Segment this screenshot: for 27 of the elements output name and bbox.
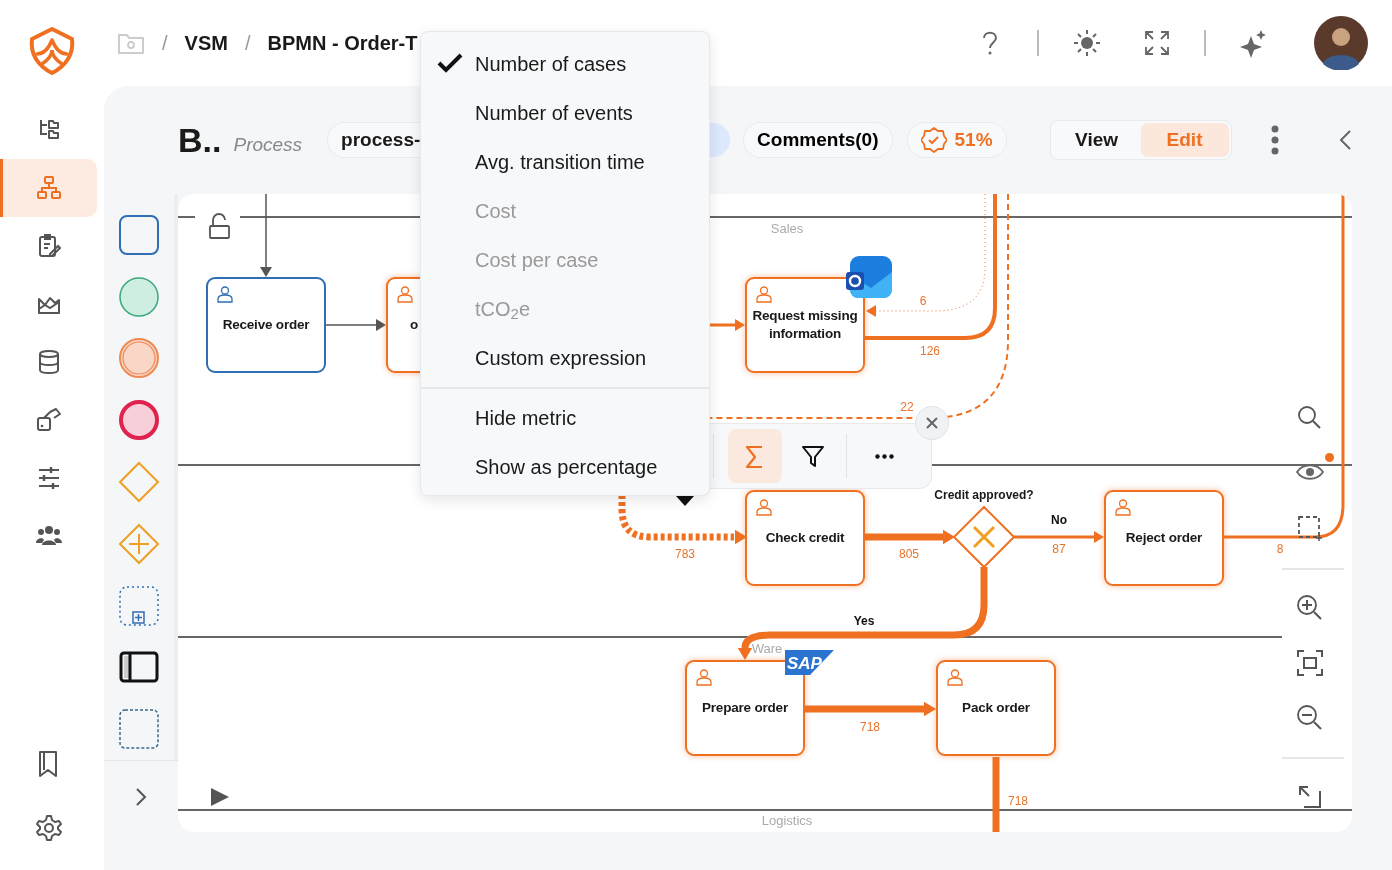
lane-label: Ware [751, 640, 783, 659]
condition-label: No [1051, 512, 1067, 529]
flow-count: 718 [1008, 793, 1028, 810]
flow-count: 8 [1276, 541, 1284, 558]
gateway-label: Credit approved? [934, 487, 1034, 504]
flow-count: 805 [899, 546, 919, 563]
task-label: Prepare order [702, 698, 788, 717]
task-label: Check credit [765, 528, 845, 547]
task-label: Receive order [222, 315, 310, 334]
task-label: Pack order [962, 698, 1030, 717]
lane-label: Sales [770, 220, 804, 239]
flow-count: 126 [920, 343, 940, 360]
condition-label: Yes [853, 613, 875, 630]
lane-label: Logistics [761, 812, 813, 831]
score-value: 51% [954, 127, 993, 152]
flow-count: 87 [1052, 541, 1066, 558]
task-label: Reject order [1125, 528, 1203, 547]
breadcrumb-separator: / [244, 31, 251, 56]
flow-count: 783 [675, 546, 695, 563]
flow-count: 22 [900, 399, 914, 416]
task-label: Request missing information [751, 306, 859, 343]
process-title: B.. [178, 119, 222, 161]
flow-count: 6 [919, 293, 927, 310]
breadcrumb-separator: / [162, 31, 168, 56]
process-type: Process [233, 132, 303, 157]
task-label: o [410, 315, 419, 334]
flow-count: 718 [860, 719, 880, 736]
